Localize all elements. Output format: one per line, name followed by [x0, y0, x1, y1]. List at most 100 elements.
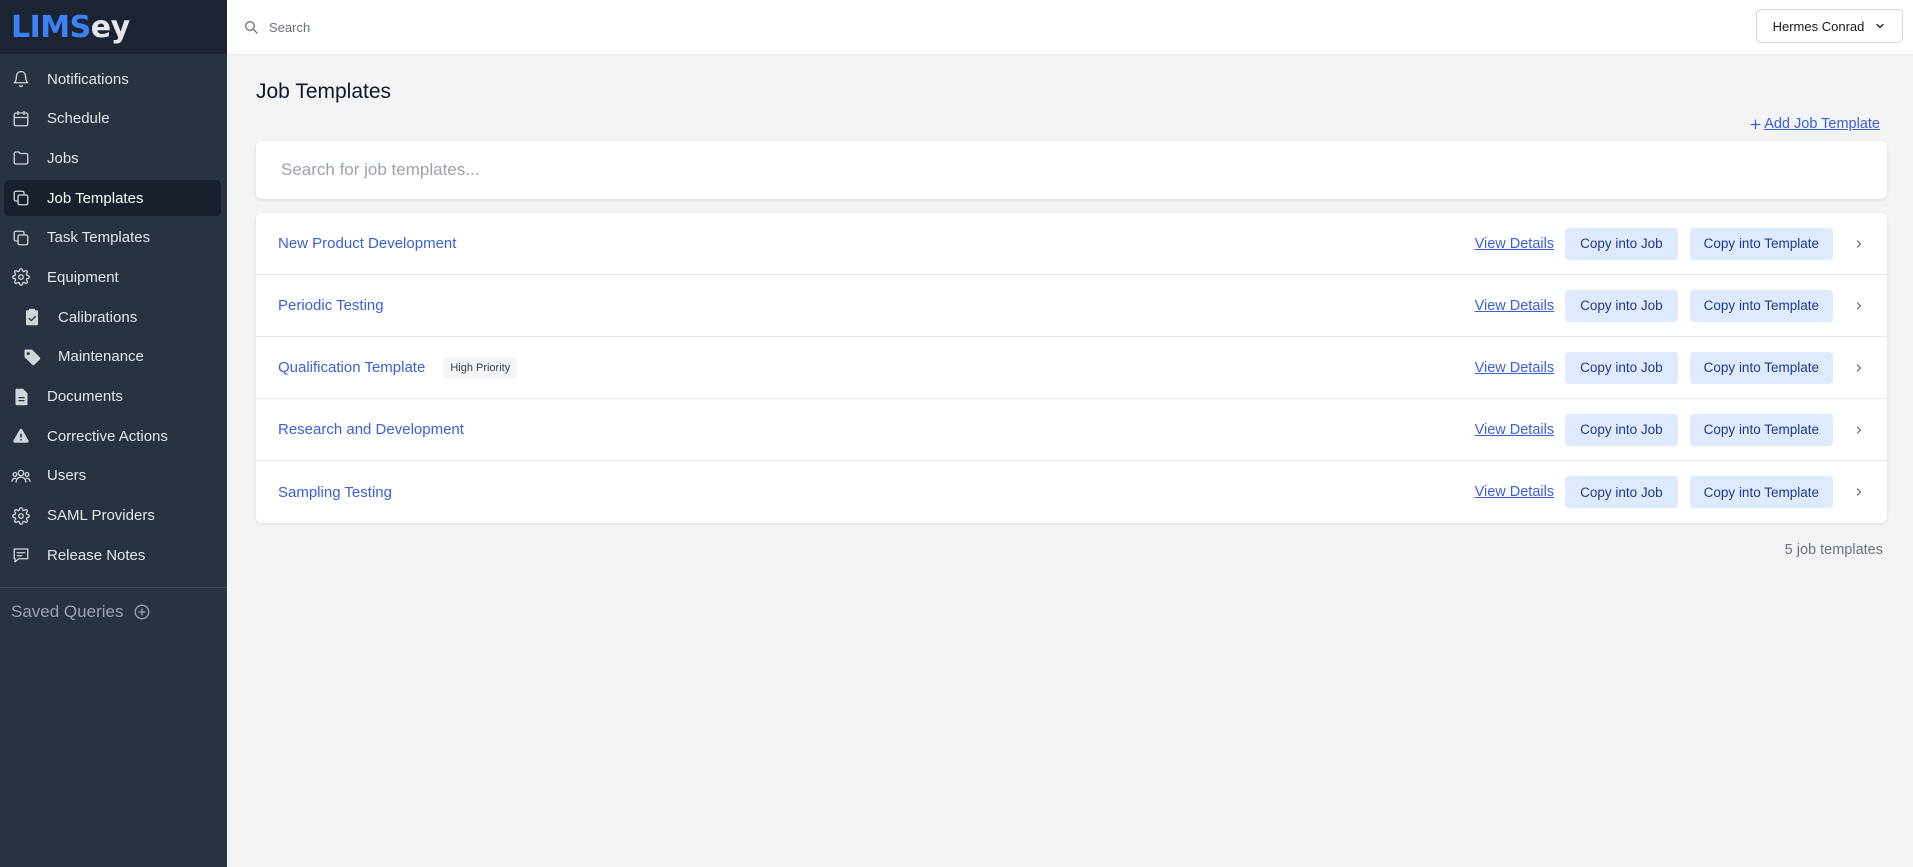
sidebar-item-label: Users	[47, 467, 87, 485]
sidebar-item-label: Schedule	[47, 110, 110, 128]
sidebar-item-calibrations[interactable]: Calibrations	[4, 299, 221, 335]
row-actions: View Details Copy into Job Copy into Tem…	[1475, 289, 1865, 322]
sidebar-item-release-notes[interactable]: Release Notes	[4, 537, 221, 573]
gear-icon	[11, 267, 31, 287]
row-actions: View Details Copy into Job Copy into Tem…	[1475, 351, 1865, 384]
global-search[interactable]: Search	[227, 19, 1913, 35]
tag-icon	[22, 347, 42, 367]
view-details-link[interactable]: View Details	[1475, 236, 1555, 252]
logo-bar: LIMSey	[0, 0, 227, 54]
sidebar: LIMSey Notifications Schedule Jobs Job T…	[0, 0, 227, 867]
sidebar-item-jobs[interactable]: Jobs	[4, 140, 221, 176]
folder-icon	[11, 148, 31, 168]
users-icon	[11, 466, 31, 486]
template-name-link[interactable]: Sampling Testing	[278, 484, 392, 501]
sidebar-item-label: Calibrations	[58, 308, 138, 326]
global-search-placeholder: Search	[269, 19, 311, 35]
sidebar-nav: Notifications Schedule Jobs Job Template…	[0, 54, 227, 573]
chevron-right-icon[interactable]	[1853, 300, 1865, 312]
saved-queries-label: Saved Queries	[11, 602, 124, 622]
saved-queries-header: Saved Queries	[0, 602, 227, 622]
row-actions: View Details Copy into Job Copy into Tem…	[1475, 227, 1865, 260]
top-bar: Search Hermes Conrad	[227, 0, 1913, 55]
template-name-link[interactable]: Periodic Testing	[278, 297, 384, 314]
add-circle-icon[interactable]	[133, 603, 151, 621]
view-details-link[interactable]: View Details	[1475, 422, 1555, 438]
sidebar-item-label: Release Notes	[47, 546, 146, 564]
calendar-icon	[11, 109, 31, 129]
chevron-down-icon	[1874, 20, 1886, 32]
plus-icon	[1749, 118, 1762, 131]
view-details-link[interactable]: View Details	[1475, 298, 1555, 314]
sidebar-item-equipment[interactable]: Equipment	[4, 259, 221, 295]
priority-badge: High Priority	[443, 357, 518, 378]
sidebar-item-maintenance[interactable]: Maintenance	[4, 339, 221, 375]
sidebar-item-label: Jobs	[47, 149, 79, 167]
table-row[interactable]: Qualification Template High Priority Vie…	[256, 337, 1887, 399]
warning-icon	[11, 426, 31, 446]
chevron-right-icon[interactable]	[1853, 238, 1865, 250]
sidebar-item-users[interactable]: Users	[4, 458, 221, 494]
logo-text-ey: ey	[90, 9, 130, 45]
template-list: New Product Development View Details Cop…	[256, 213, 1887, 523]
user-menu-button[interactable]: Hermes Conrad	[1756, 9, 1903, 43]
sidebar-item-notifications[interactable]: Notifications	[4, 61, 221, 97]
copy-icon	[11, 228, 31, 248]
sidebar-item-label: Task Templates	[47, 229, 151, 247]
table-row[interactable]: Sampling Testing View Details Copy into …	[256, 461, 1887, 523]
clipboard-check-icon	[22, 307, 42, 327]
bell-icon	[11, 69, 31, 89]
sidebar-item-label: Maintenance	[58, 348, 144, 366]
user-name: Hermes Conrad	[1772, 18, 1865, 34]
sidebar-item-task-templates[interactable]: Task Templates	[4, 220, 221, 256]
sidebar-item-label: Job Templates	[47, 189, 144, 207]
sidebar-item-schedule[interactable]: Schedule	[4, 101, 221, 137]
main-content: Job Templates Add Job Template New Produ…	[256, 55, 1887, 558]
copy-into-job-button[interactable]: Copy into Job	[1565, 476, 1678, 508]
table-row[interactable]: Periodic Testing View Details Copy into …	[256, 275, 1887, 337]
sidebar-item-label: Corrective Actions	[47, 427, 168, 445]
template-name-link[interactable]: New Product Development	[278, 235, 456, 252]
copy-into-job-button[interactable]: Copy into Job	[1565, 413, 1678, 446]
sidebar-item-documents[interactable]: Documents	[4, 379, 221, 415]
template-count: 5 job templates	[1784, 542, 1883, 558]
chevron-right-icon[interactable]	[1853, 486, 1865, 498]
document-icon	[11, 387, 31, 407]
view-details-link[interactable]: View Details	[1475, 360, 1555, 376]
page-title: Job Templates	[256, 80, 392, 103]
add-job-template-label: Add Job Template	[1764, 116, 1880, 132]
view-details-link[interactable]: View Details	[1475, 484, 1555, 500]
chat-icon	[11, 545, 31, 565]
copy-into-job-button[interactable]: Copy into Job	[1565, 351, 1678, 384]
row-actions: View Details Copy into Job Copy into Tem…	[1475, 413, 1865, 446]
search-icon	[243, 19, 259, 35]
sidebar-item-label: Equipment	[47, 268, 119, 286]
copy-icon	[11, 188, 31, 208]
copy-into-template-button[interactable]: Copy into Template	[1689, 476, 1833, 508]
sidebar-item-label: SAML Providers	[47, 507, 155, 525]
template-name-link[interactable]: Research and Development	[278, 421, 464, 438]
template-search-input[interactable]	[281, 160, 1887, 180]
chevron-right-icon[interactable]	[1853, 362, 1865, 374]
copy-into-template-button[interactable]: Copy into Template	[1689, 413, 1833, 446]
sidebar-item-job-templates[interactable]: Job Templates	[4, 180, 221, 217]
copy-into-job-button[interactable]: Copy into Job	[1565, 227, 1678, 260]
table-row[interactable]: Research and Development View Details Co…	[256, 399, 1887, 461]
row-actions: View Details Copy into Job Copy into Tem…	[1475, 476, 1865, 508]
logo-text-lims: LIMS	[11, 9, 91, 45]
table-row[interactable]: New Product Development View Details Cop…	[256, 213, 1887, 275]
copy-into-template-button[interactable]: Copy into Template	[1689, 351, 1833, 384]
template-name-link[interactable]: Qualification Template	[278, 359, 425, 376]
template-search-box	[256, 141, 1887, 199]
copy-into-template-button[interactable]: Copy into Template	[1689, 289, 1833, 322]
gear-icon	[11, 506, 31, 526]
sidebar-item-corrective-actions[interactable]: Corrective Actions	[4, 418, 221, 454]
chevron-right-icon[interactable]	[1853, 424, 1865, 436]
copy-into-job-button[interactable]: Copy into Job	[1565, 289, 1678, 322]
sidebar-item-saml-providers[interactable]: SAML Providers	[4, 498, 221, 534]
copy-into-template-button[interactable]: Copy into Template	[1689, 227, 1833, 260]
add-job-template-link[interactable]: Add Job Template	[1749, 116, 1880, 132]
app-logo[interactable]: LIMSey	[11, 10, 130, 45]
sidebar-divider	[0, 587, 227, 589]
sidebar-item-label: Notifications	[47, 70, 129, 88]
